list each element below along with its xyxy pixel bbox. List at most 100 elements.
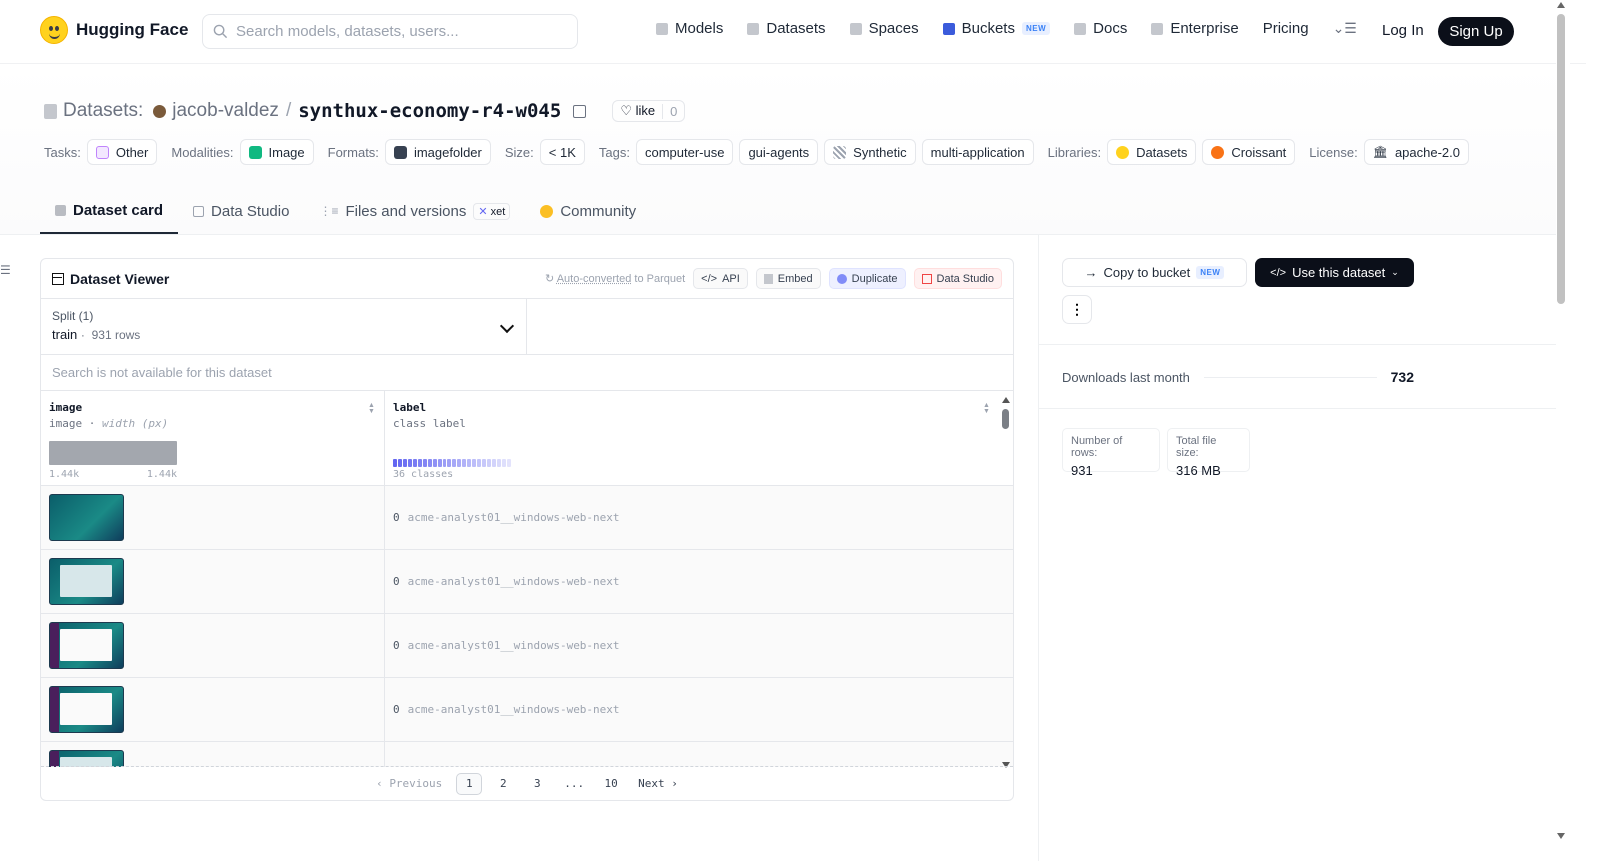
downloads-stat: Downloads last month 732 bbox=[1062, 369, 1414, 385]
table-row[interactable]: 0 acme-analyst01__windows-web-next bbox=[41, 486, 1013, 550]
copy-to-bucket-button[interactable]: → Copy to bucket NEW bbox=[1062, 258, 1247, 287]
breadcrumb-owner[interactable]: jacob-valdez bbox=[172, 100, 279, 122]
page-3-button[interactable]: 3 bbox=[524, 773, 550, 795]
tag-library-datasets[interactable]: Datasets bbox=[1107, 139, 1197, 165]
sidebar-toggle-icon[interactable]: ☰ bbox=[0, 263, 11, 277]
tag-multi-application[interactable]: multi-application bbox=[921, 139, 1034, 165]
chip-label: Datasets bbox=[1136, 144, 1188, 160]
column-name: image bbox=[49, 401, 83, 414]
tag-license[interactable]: 🏛 apache-2.0 bbox=[1363, 139, 1470, 165]
chip-label: Image bbox=[268, 144, 305, 160]
next-page-button[interactable]: Next › bbox=[632, 773, 684, 795]
page-2-button[interactable]: 2 bbox=[490, 773, 516, 795]
scroll-up-icon[interactable] bbox=[1557, 2, 1565, 8]
table-header: image image · width (px) ▲ ▼ 1.44k 1.44k l… bbox=[41, 391, 1013, 486]
column-header-image[interactable]: image image · width (px) ▲ ▼ 1.44k 1.44k bbox=[41, 391, 385, 485]
tab-community[interactable]: Community bbox=[525, 188, 651, 234]
duplicate-label: Duplicate bbox=[851, 272, 898, 285]
menu-icon: ⌄☰ bbox=[1332, 20, 1357, 36]
split-select[interactable]: Split (1) train · 931 rows bbox=[41, 299, 527, 354]
brand-logo[interactable]: Hugging Face bbox=[40, 16, 188, 44]
scroll-down-icon[interactable] bbox=[1557, 833, 1565, 839]
copy-icon[interactable] bbox=[573, 104, 587, 118]
class-segment bbox=[447, 459, 452, 467]
table-row[interactable] bbox=[41, 742, 1013, 767]
column-divider bbox=[1038, 235, 1039, 861]
scrollbar-thumb[interactable] bbox=[1002, 409, 1009, 429]
brand-name: Hugging Face bbox=[76, 20, 189, 39]
label-value: acme-analyst01__windows-web-next bbox=[407, 511, 620, 524]
page-1-button[interactable]: 1 bbox=[456, 772, 483, 795]
dataset-name[interactable]: synthux-economy-r4-w045 bbox=[298, 100, 561, 122]
column-header-label[interactable]: label class label ▲ ▼ 36 classes bbox=[385, 391, 999, 485]
image-cell bbox=[41, 678, 385, 741]
tab-dataset-card[interactable]: Dataset card bbox=[40, 188, 179, 234]
book-icon bbox=[1074, 22, 1087, 35]
screenshot-thumbnail[interactable] bbox=[49, 622, 124, 669]
synthetic-icon bbox=[833, 145, 847, 159]
label-cell: 0 acme-analyst01__windows-web-next bbox=[385, 678, 620, 741]
chip-label: < 1K bbox=[548, 144, 576, 160]
class-segment bbox=[427, 459, 432, 467]
sort-icon[interactable]: ▲ ▼ bbox=[368, 402, 376, 415]
tag-library-croissant[interactable]: Croissant bbox=[1202, 139, 1296, 165]
embed-button[interactable]: Embed bbox=[755, 268, 821, 289]
nav-docs-label: Docs bbox=[1093, 20, 1128, 37]
duplicate-button[interactable]: Duplicate bbox=[828, 268, 906, 289]
scroll-up-icon[interactable] bbox=[1002, 397, 1010, 403]
breadcrumb-section[interactable]: Datasets: bbox=[63, 100, 143, 122]
table-row[interactable]: 0 acme-analyst01__windows-web-next bbox=[41, 678, 1013, 742]
more-menu-button[interactable]: ⌄☰ bbox=[1333, 20, 1357, 37]
page-10-button[interactable]: 10 bbox=[598, 773, 624, 795]
label-value: acme-analyst01__windows-web-next bbox=[407, 639, 620, 652]
bank-icon: 🏛 bbox=[1372, 145, 1388, 159]
tag-format-imagefolder[interactable]: imagefolder bbox=[384, 139, 491, 165]
scrollbar-thumb[interactable] bbox=[1557, 14, 1565, 304]
nav-docs[interactable]: Docs bbox=[1074, 20, 1127, 37]
chip-label: gui-agents bbox=[748, 144, 810, 160]
login-link[interactable]: Log In bbox=[1382, 22, 1424, 39]
auto-converted-link[interactable]: Auto-converted bbox=[557, 273, 632, 285]
tag-gui-agents[interactable]: gui-agents bbox=[739, 139, 819, 165]
tag-modality-image[interactable]: Image bbox=[239, 139, 314, 165]
nav-datasets[interactable]: Datasets bbox=[747, 20, 826, 37]
tab-data-studio[interactable]: Data Studio bbox=[178, 188, 304, 234]
tag-computer-use[interactable]: computer-use bbox=[635, 139, 734, 165]
tag-size[interactable]: < 1K bbox=[539, 139, 585, 165]
table-row[interactable]: 0 acme-analyst01__windows-web-next bbox=[41, 550, 1013, 614]
page-scrollbar[interactable] bbox=[1556, 0, 1570, 861]
api-label: API bbox=[722, 272, 740, 285]
table-icon bbox=[193, 205, 205, 217]
more-options-button[interactable]: ⋮ bbox=[1062, 295, 1092, 324]
api-button[interactable]: </> API bbox=[693, 268, 748, 289]
use-this-dataset-button[interactable]: </> Use this dataset ⌄ bbox=[1255, 258, 1414, 287]
tag-task-other[interactable]: Other bbox=[86, 139, 158, 165]
data-studio-label: Data Studio bbox=[936, 272, 994, 285]
label-value: acme-analyst01__windows-web-next bbox=[407, 703, 620, 716]
screenshot-thumbnail[interactable] bbox=[49, 686, 124, 733]
nav-buckets[interactable]: Buckets NEW bbox=[942, 20, 1051, 37]
screenshot-thumbnail[interactable] bbox=[49, 558, 124, 605]
screenshot-thumbnail[interactable] bbox=[49, 750, 124, 767]
tag-synthetic[interactable]: Synthetic bbox=[824, 139, 916, 165]
grid-icon bbox=[849, 22, 862, 35]
table-row[interactable]: 0 acme-analyst01__windows-web-next bbox=[41, 614, 1013, 678]
sort-icon[interactable]: ▲ ▼ bbox=[983, 402, 991, 415]
dataset-metadata: Tasks: Other Modalities: Image Formats: … bbox=[44, 139, 1470, 165]
table-scrollbar[interactable] bbox=[999, 395, 1013, 770]
previous-page-button[interactable]: ‹ Previous bbox=[370, 773, 448, 795]
global-search[interactable] bbox=[202, 14, 578, 49]
tab-files-and-versions[interactable]: ⋮≡ Files and versions ✕ xet bbox=[304, 188, 525, 234]
signup-button[interactable]: Sign Up bbox=[1438, 17, 1514, 46]
class-segment bbox=[501, 459, 506, 467]
search-input[interactable] bbox=[236, 23, 556, 40]
class-segment bbox=[422, 459, 427, 467]
nav-spaces[interactable]: Spaces bbox=[849, 20, 919, 37]
nav-models[interactable]: Models bbox=[656, 20, 723, 37]
nav-pricing[interactable]: Pricing bbox=[1263, 20, 1309, 37]
divider bbox=[1039, 344, 1556, 345]
nav-enterprise[interactable]: Enterprise bbox=[1151, 20, 1239, 37]
like-button[interactable]: ♡ like 0 bbox=[612, 100, 686, 122]
screenshot-thumbnail[interactable] bbox=[49, 494, 124, 541]
data-studio-button[interactable]: Data Studio bbox=[913, 268, 1002, 289]
